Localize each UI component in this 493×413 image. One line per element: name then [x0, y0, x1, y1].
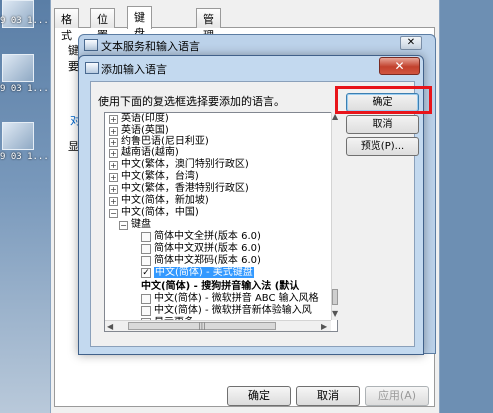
- expand-toggle-icon[interactable]: +: [109, 127, 118, 136]
- scroll-right-icon[interactable]: ▶: [321, 322, 327, 331]
- tree-item-label[interactable]: 简体中文全拼(版本 6.0): [154, 231, 261, 242]
- text-services-icon: [84, 39, 98, 51]
- close-icon[interactable]: ✕: [379, 57, 420, 75]
- close-icon[interactable]: ✕: [400, 36, 422, 50]
- expand-toggle-icon[interactable]: +: [109, 173, 118, 182]
- expand-toggle-icon[interactable]: +: [109, 138, 118, 147]
- expand-toggle-icon[interactable]: +: [109, 185, 118, 194]
- preview-button[interactable]: 预览(P)...: [346, 137, 419, 156]
- highlight-box: [335, 86, 432, 114]
- tree-item-label[interactable]: 中文(简体) - 美式键盘: [154, 267, 254, 278]
- tree-item-label[interactable]: 简体中文郑码(版本 6.0): [154, 255, 261, 266]
- tree-item-label[interactable]: 中文(简体，新加坡): [121, 195, 209, 206]
- desktop-file-thumbnail[interactable]: [2, 122, 34, 150]
- tree-item-label[interactable]: 英语(英国): [121, 125, 169, 136]
- tree-item-label[interactable]: 约鲁巴语(尼日利亚): [121, 136, 209, 147]
- expand-toggle-icon[interactable]: +: [109, 197, 118, 206]
- language-checkbox[interactable]: [141, 294, 151, 304]
- tree-item-label[interactable]: 中文(繁体，香港特别行政区): [121, 183, 249, 194]
- cancel-button[interactable]: 取消: [346, 115, 419, 134]
- tree-item-label[interactable]: 中文(简体) - 微软拼音 ABC 输入风格: [154, 293, 319, 304]
- desktop-file-label[interactable]: 9 03 1...: [0, 152, 49, 162]
- expand-toggle-icon[interactable]: +: [109, 149, 118, 158]
- region-apply-button[interactable]: 应用(A): [365, 386, 429, 406]
- tree-item-label[interactable]: 英语(印度): [121, 113, 169, 124]
- add-language-icon: [85, 62, 99, 74]
- language-checkbox[interactable]: [141, 244, 151, 254]
- tree-item-label[interactable]: 越南语(越南): [121, 147, 179, 158]
- expand-toggle-icon[interactable]: −: [109, 209, 118, 218]
- language-checkbox[interactable]: [141, 306, 151, 316]
- language-checkbox[interactable]: [141, 256, 151, 266]
- add-language-title: 添加输入语言: [101, 63, 167, 76]
- desktop-file-thumbnail[interactable]: [2, 54, 34, 82]
- tab-administrative[interactable]: 管理: [196, 8, 221, 42]
- vertical-scroll-thumb[interactable]: [332, 289, 338, 305]
- tab-format[interactable]: 格式: [54, 8, 79, 42]
- language-tree[interactable]: + 英语(印度) + 英语(英国) + 约鲁巴语(尼日利亚) + 越南语(越南) + 中文(繁体，…: [104, 112, 338, 332]
- tab-keyboards-languages[interactable]: 键盘和语言: [127, 6, 152, 88]
- tree-item[interactable]: 键盘: [131, 219, 151, 232]
- horizontal-scroll-thumb[interactable]: |||: [128, 322, 276, 330]
- tree-item-label[interactable]: 中文(简体) - 微软拼音新体验输入风: [154, 305, 312, 316]
- tree-item-label[interactable]: 中文(繁体，台湾): [121, 171, 199, 182]
- expand-toggle-icon[interactable]: +: [109, 115, 118, 124]
- tree-item-label[interactable]: 键盘: [131, 219, 151, 230]
- region-cancel-button[interactable]: 取消: [296, 386, 360, 406]
- tree-item-label[interactable]: 中文(简体) - 搜狗拼音输入法 (默认: [141, 281, 299, 292]
- desktop-file-label[interactable]: 9 03 1...: [0, 16, 49, 26]
- desktop-file-label[interactable]: 9 03 1...: [0, 84, 49, 94]
- expand-toggle-icon[interactable]: +: [109, 161, 118, 170]
- tree-item-label[interactable]: 中文(繁体，澳门特别行政区): [121, 159, 249, 170]
- scroll-down-icon[interactable]: ▼: [332, 309, 338, 318]
- text-services-title: 文本服务和输入语言: [101, 40, 200, 53]
- expand-toggle-icon[interactable]: −: [119, 221, 128, 230]
- tree-item-label[interactable]: 中文(简体，中国): [121, 207, 199, 218]
- tab-location[interactable]: 位置: [90, 8, 115, 42]
- language-checkbox[interactable]: ✓: [141, 268, 151, 278]
- tree-item[interactable]: 中文(简体) - 美式键盘: [154, 267, 254, 280]
- scroll-left-icon[interactable]: ◀: [107, 322, 113, 331]
- instruction-text: 使用下面的复选框选择要添加的语言。: [98, 95, 285, 108]
- tree-item-label[interactable]: 简体中文双拼(版本 6.0): [154, 243, 261, 254]
- region-ok-button[interactable]: 确定: [227, 386, 291, 406]
- language-checkbox[interactable]: [141, 232, 151, 242]
